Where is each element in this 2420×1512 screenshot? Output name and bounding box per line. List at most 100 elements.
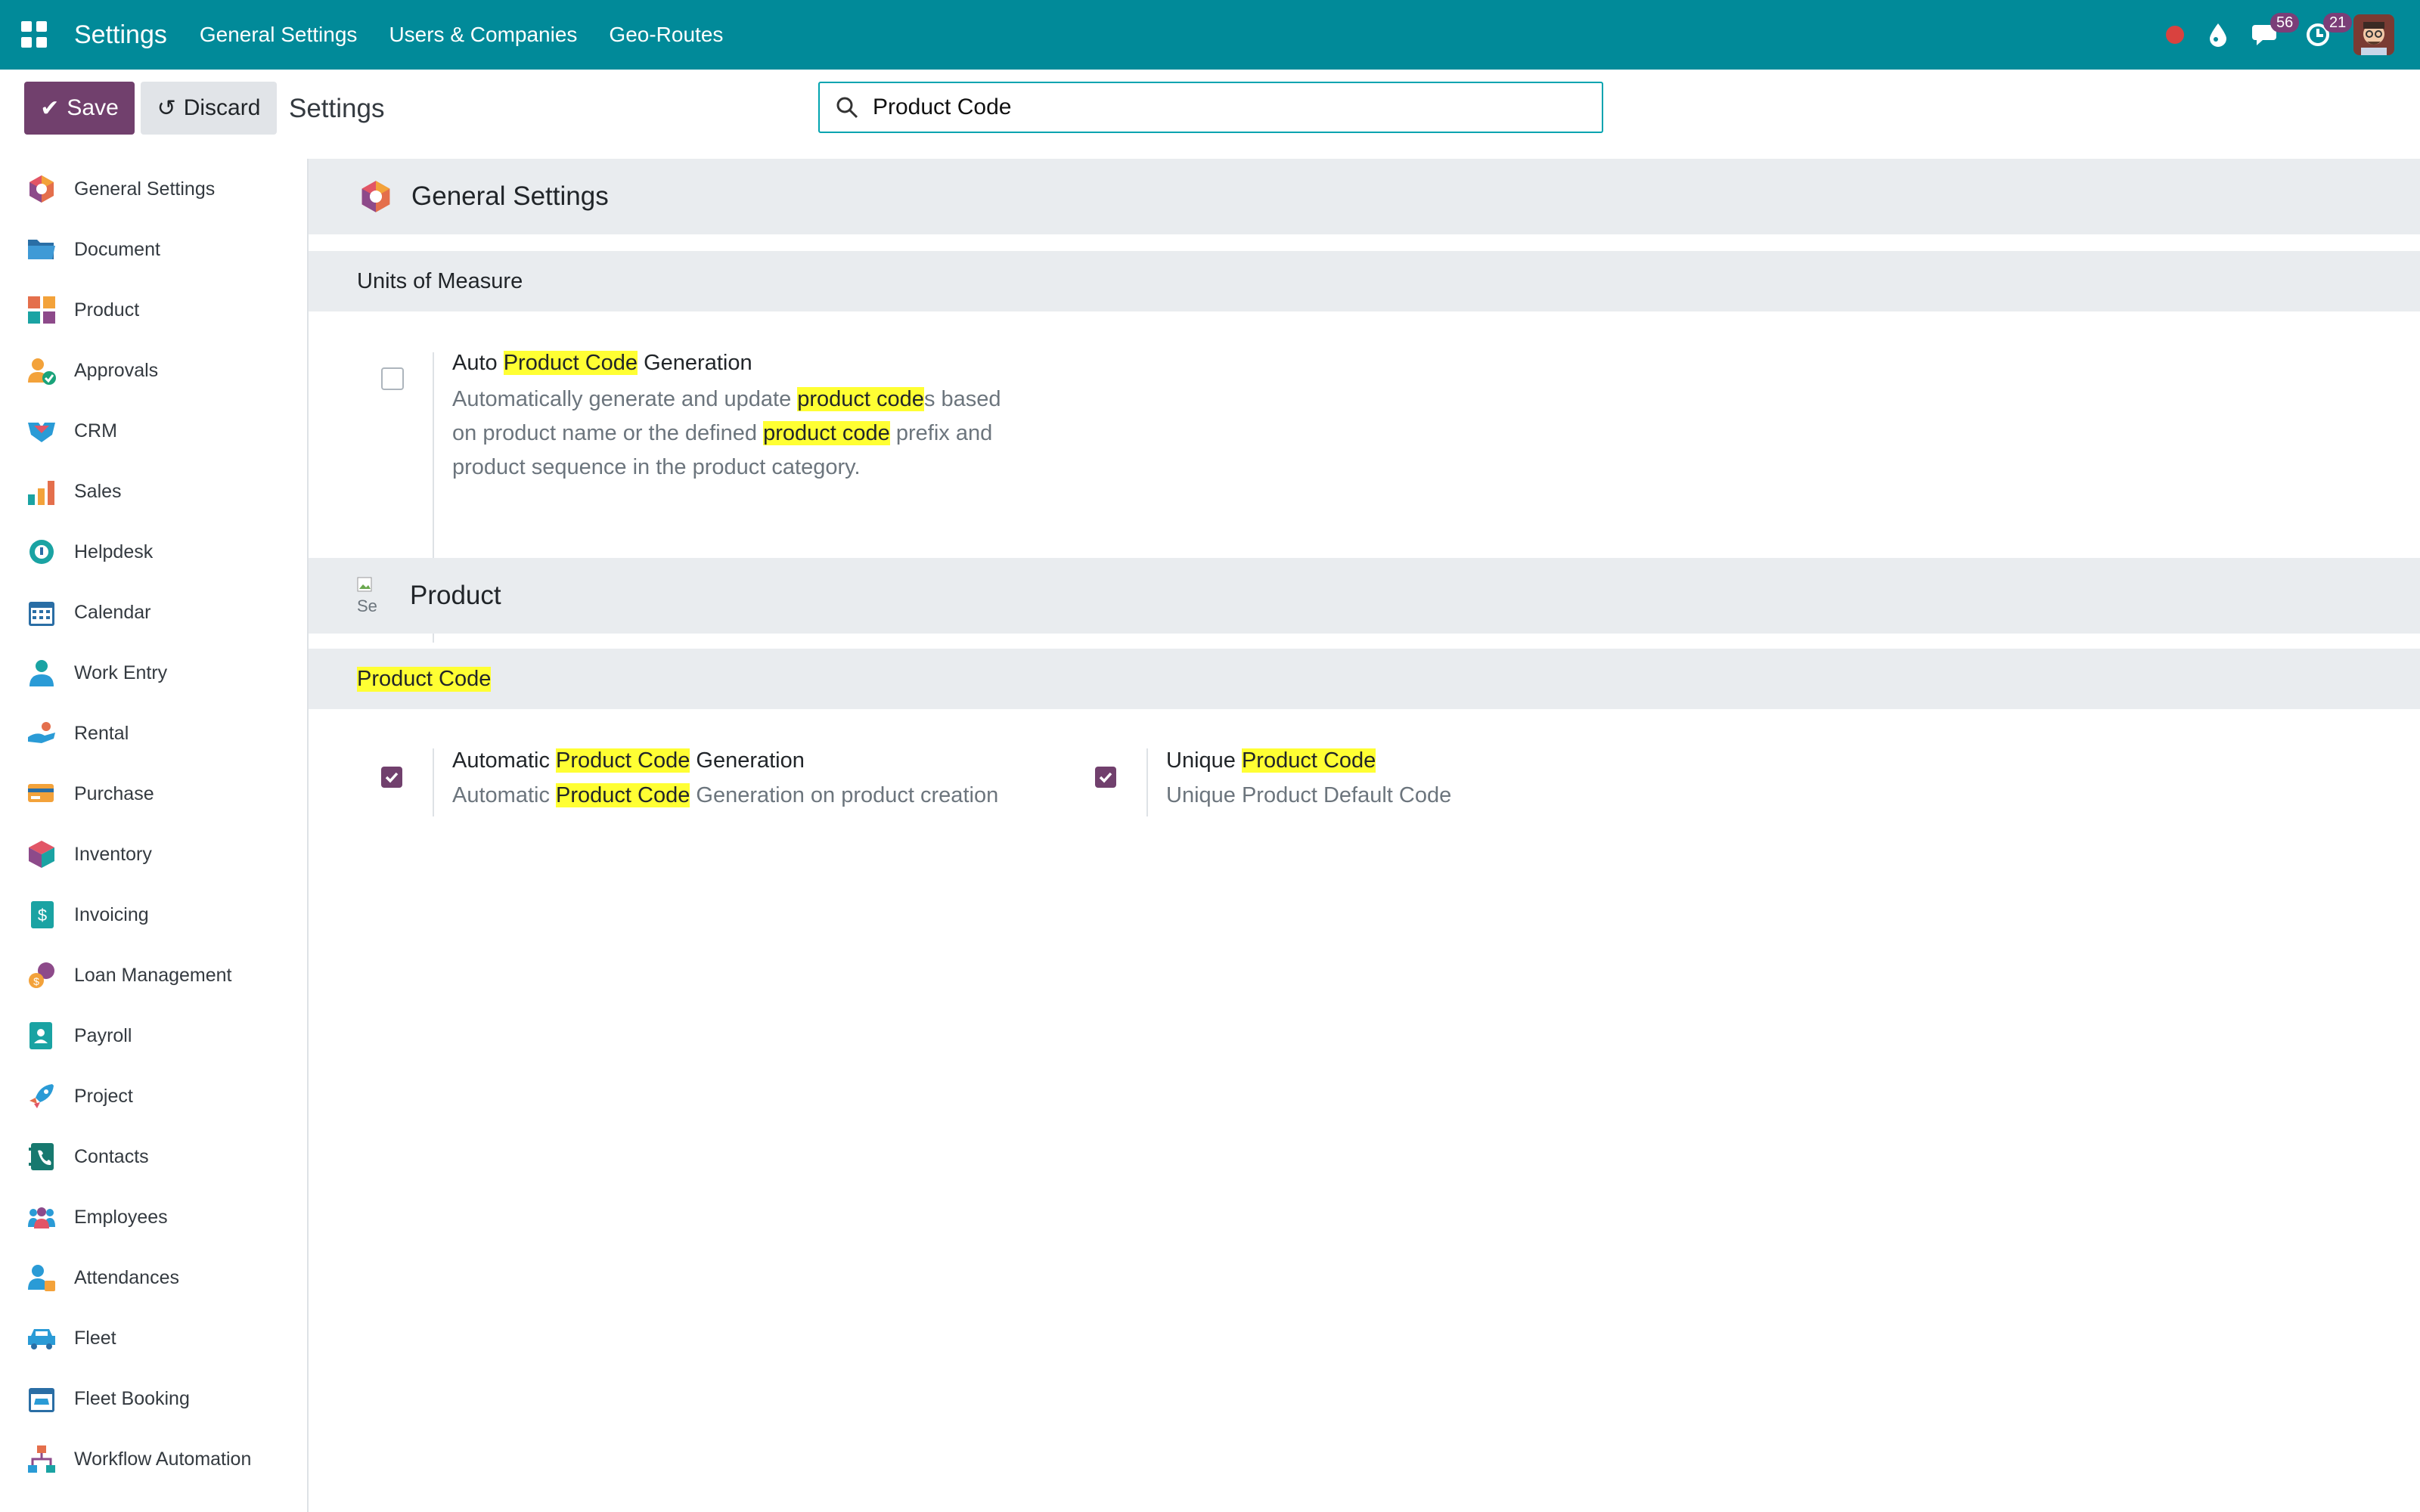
top-menu: General Settings Users & Companies Geo-R… — [184, 23, 740, 47]
search-input[interactable] — [871, 94, 1585, 121]
menu-users-companies[interactable]: Users & Companies — [373, 23, 593, 47]
sidebar-item-employees[interactable]: Employees — [0, 1187, 307, 1247]
discard-button[interactable]: ↺ Discard — [141, 82, 277, 135]
menu-general-settings[interactable]: General Settings — [184, 23, 374, 47]
search-highlight: Product Code — [556, 783, 690, 807]
drop-icon[interactable] — [2207, 22, 2229, 48]
auto-code-checkbox[interactable] — [381, 367, 404, 390]
page-title: Settings — [289, 94, 385, 123]
sidebar-item-work-entry[interactable]: Work Entry — [0, 643, 307, 703]
sidebar-label: Document — [74, 238, 160, 260]
sidebar-item-calendar[interactable]: Calendar — [0, 582, 307, 643]
search-icon — [836, 97, 858, 119]
sidebar-label: CRM — [74, 420, 117, 442]
sidebar-label: Fleet Booking — [74, 1387, 190, 1409]
folder-icon — [26, 234, 57, 265]
sidebar-label: Helpdesk — [74, 541, 154, 562]
sidebar-item-loan-management[interactable]: $ Loan Management — [0, 945, 307, 1005]
sidebar-item-sales[interactable]: Sales — [0, 461, 307, 522]
sidebar-item-rental[interactable]: Rental — [0, 703, 307, 764]
sidebar-item-payroll[interactable]: Payroll — [0, 1005, 307, 1066]
sidebar-item-fleet[interactable]: Fleet — [0, 1308, 307, 1368]
menu-geo-routes[interactable]: Geo-Routes — [593, 23, 739, 47]
fleet-car-icon — [26, 1322, 57, 1354]
sidebar-item-product[interactable]: Product — [0, 280, 307, 340]
divider — [433, 748, 434, 816]
sidebar-label: Sales — [74, 480, 122, 502]
sidebar-item-contacts[interactable]: Contacts — [0, 1126, 307, 1187]
chat-icon[interactable]: 56 — [2252, 13, 2300, 48]
save-button[interactable]: ✔ Save — [24, 82, 135, 135]
sidebar-label: Calendar — [74, 601, 151, 623]
helpdesk-headset-icon — [26, 536, 57, 568]
fleet-booking-icon — [26, 1383, 57, 1414]
loan-coins-icon: $ — [26, 959, 57, 991]
sidebar-item-helpdesk[interactable]: Helpdesk — [0, 522, 307, 582]
sidebar-label: Work Entry — [74, 662, 168, 683]
sidebar-item-approvals[interactable]: Approvals — [0, 340, 307, 401]
sidebar-label: Workflow Automation — [74, 1448, 252, 1470]
attendances-user-icon — [26, 1262, 57, 1294]
search-box[interactable] — [818, 82, 1603, 133]
purchase-card-icon — [26, 778, 57, 810]
general-settings-title: General Settings — [411, 181, 609, 211]
crm-handshake-icon — [26, 415, 57, 447]
inventory-box-icon — [26, 838, 57, 870]
uom-section-header: Units of Measure — [309, 251, 2420, 311]
sidebar-item-crm[interactable]: CRM — [0, 401, 307, 461]
systray: 56 21 — [2143, 0, 2394, 70]
sidebar-item-general-settings[interactable]: General Settings — [0, 159, 307, 219]
approvals-user-icon — [26, 355, 57, 386]
app-grid-icon[interactable] — [21, 21, 48, 48]
sidebar-label: Fleet — [74, 1327, 116, 1349]
employees-group-icon — [26, 1201, 57, 1233]
broken-image-icon: Se — [357, 577, 395, 615]
sidebar-item-invoicing[interactable]: $ Invoicing — [0, 885, 307, 945]
product-code-section-header: Product Code — [309, 649, 2420, 709]
activity-badge: 21 — [2323, 13, 2353, 33]
sidebar-label: Approvals — [74, 359, 159, 381]
auto-code-title: Auto Product Code Generation — [452, 351, 752, 375]
activity-clock-icon[interactable]: 21 — [2305, 13, 2353, 48]
undo-icon: ↺ — [157, 95, 176, 121]
user-avatar[interactable] — [2353, 14, 2394, 55]
unique-code-checkbox[interactable] — [1095, 767, 1116, 788]
search-highlight: Product Code — [1241, 748, 1376, 773]
payroll-doc-icon — [26, 1020, 57, 1052]
uom-section-title: Units of Measure — [357, 268, 523, 293]
automatic-code-checkbox[interactable] — [381, 767, 402, 788]
invoice-dollar-icon: $ — [26, 899, 57, 931]
unique-code-title: Unique Product Code — [1166, 748, 1376, 773]
sidebar-item-document[interactable]: Document — [0, 219, 307, 280]
sidebar-item-purchase[interactable]: Purchase — [0, 764, 307, 824]
sidebar-item-workflow-automation[interactable]: Workflow Automation — [0, 1429, 307, 1489]
odoo-logo-icon — [361, 181, 390, 212]
sidebar-item-inventory[interactable]: Inventory — [0, 824, 307, 885]
divider — [1146, 748, 1148, 816]
sidebar-label: Invoicing — [74, 903, 149, 925]
rental-hand-icon — [26, 717, 57, 749]
sidebar-item-project[interactable]: Project — [0, 1066, 307, 1126]
sidebar-item-fleet-booking[interactable]: Fleet Booking — [0, 1368, 307, 1429]
sidebar-label: Employees — [74, 1206, 168, 1228]
project-rocket-icon — [26, 1080, 57, 1112]
discard-label: Discard — [183, 95, 261, 120]
product-blocks-icon — [26, 294, 57, 326]
chat-badge: 56 — [2270, 13, 2300, 33]
record-icon[interactable] — [2166, 26, 2184, 44]
sidebar-label: Payroll — [74, 1024, 132, 1046]
workflow-icon — [26, 1443, 57, 1475]
sidebar-label: Purchase — [74, 782, 154, 804]
save-label: Save — [67, 95, 119, 120]
sidebar-item-attendances[interactable]: Attendances — [0, 1247, 307, 1308]
app-brand[interactable]: Settings — [74, 20, 167, 50]
search-highlight: product code — [763, 421, 890, 445]
odoo-logo-icon — [26, 173, 57, 205]
search-highlight: Product Code — [503, 351, 638, 375]
control-panel: ✔ Save ↺ Discard Settings — [0, 70, 2420, 160]
contacts-book-icon — [26, 1141, 57, 1173]
sidebar-label: Contacts — [74, 1145, 149, 1167]
svg-text:$: $ — [38, 906, 47, 925]
product-header: Se Product — [309, 558, 2420, 634]
general-settings-header: General Settings — [309, 159, 2420, 234]
